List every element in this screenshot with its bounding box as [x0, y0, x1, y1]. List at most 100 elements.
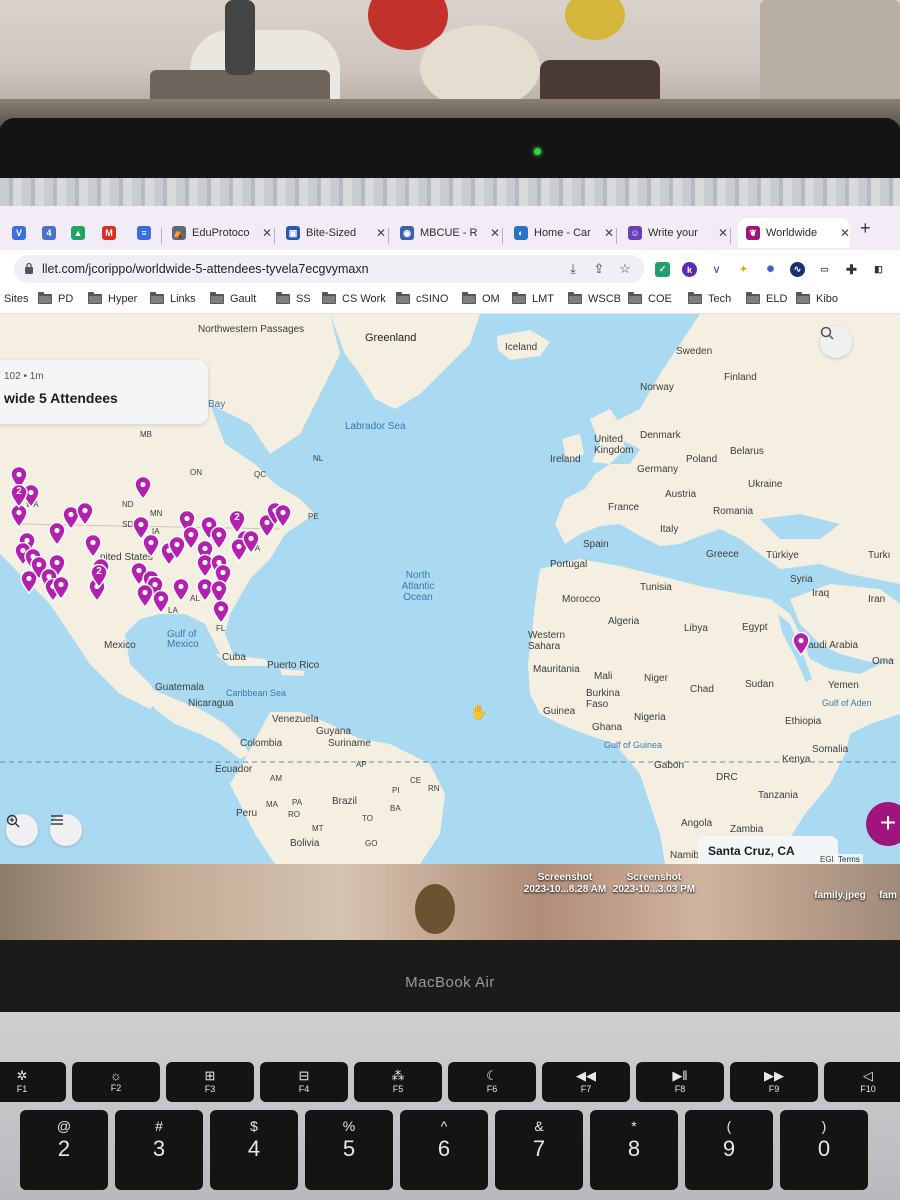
- bookmark-star-icon[interactable]: ☆: [618, 262, 632, 276]
- attendee-pin[interactable]: [142, 534, 160, 558]
- padlet-header-card[interactable]: 102 • 1m wide 5 Attendees: [0, 360, 208, 424]
- attendee-pin[interactable]: [212, 600, 230, 624]
- bookmark-12[interactable]: Tech: [688, 292, 731, 305]
- attendee-pin[interactable]: [274, 504, 292, 528]
- map-view[interactable]: Northwestern Passages Greenland Iceland …: [0, 314, 900, 864]
- attendee-pin[interactable]: [152, 590, 170, 614]
- extension-k-icon[interactable]: k: [682, 262, 697, 277]
- install-icon[interactable]: ⤓: [566, 262, 580, 276]
- tab-9[interactable]: ☺ Write your ✕: [624, 218, 728, 248]
- function-key-8[interactable]: ▶‖ F8: [636, 1062, 724, 1102]
- bookmark-14[interactable]: Kibo: [796, 292, 838, 305]
- folder-icon: [462, 292, 476, 304]
- tab-10[interactable]: ❦ Worldwide ✕: [738, 218, 850, 248]
- function-key-9[interactable]: ▶▶ F9: [730, 1062, 818, 1102]
- function-key-3[interactable]: ⊞ F3: [166, 1062, 254, 1102]
- tab-2[interactable]: ▲: [67, 218, 89, 248]
- extension-gear-icon[interactable]: ✺: [763, 262, 778, 277]
- extension-window-icon[interactable]: ▭: [817, 262, 832, 277]
- desktop-file-screenshot-1[interactable]: Screenshot 2023-10...8.28 AM: [515, 872, 615, 896]
- tab-close-icon[interactable]: ✕: [840, 226, 850, 240]
- tab-8[interactable]: ◐ Home - Car ✕: [510, 218, 614, 248]
- number-key-4[interactable]: $4: [210, 1110, 298, 1190]
- extension-party-icon[interactable]: ✦: [736, 262, 751, 277]
- function-key-6[interactable]: ☾ F6: [448, 1062, 536, 1102]
- attendee-pin[interactable]: [52, 576, 70, 600]
- tab-6[interactable]: ▣ Bite-Sized ✕: [282, 218, 386, 248]
- extension-grammar-icon[interactable]: ✓: [655, 262, 670, 277]
- label-mt: MT: [312, 824, 324, 833]
- bookmark-11[interactable]: COE: [628, 292, 672, 305]
- tab-1[interactable]: 4: [38, 218, 60, 248]
- attendee-pin[interactable]: [76, 502, 94, 526]
- tab-7[interactable]: ◉ MBCUE - R ✕: [396, 218, 500, 248]
- label-cuba: Cuba: [222, 652, 246, 663]
- tab-5[interactable]: ⛺ EduProtoco ✕: [168, 218, 272, 248]
- function-key-5[interactable]: ⁂ F5: [354, 1062, 442, 1102]
- attendee-pin[interactable]: [20, 570, 38, 594]
- cluster-pin[interactable]: 2: [90, 564, 108, 588]
- cluster-pin[interactable]: 2: [228, 510, 246, 534]
- bookmark-4[interactable]: Gault: [210, 292, 256, 305]
- label-labrador: Labrador Sea: [345, 421, 406, 432]
- attendee-pin[interactable]: [84, 534, 102, 558]
- desktop-file-fam[interactable]: fam: [876, 890, 900, 902]
- bookmark-8[interactable]: OM: [462, 292, 500, 305]
- extension-wave-icon[interactable]: ∿: [790, 262, 805, 277]
- number-key-6[interactable]: ^ 6: [400, 1110, 488, 1190]
- address-bar[interactable]: llet.com/jcorippo/worldwide-5-attendees-…: [14, 255, 644, 283]
- menu-button[interactable]: [50, 814, 82, 846]
- bookmark-10[interactable]: WSCB: [568, 292, 621, 305]
- tab-4[interactable]: ≡: [133, 218, 159, 248]
- tab-close-icon[interactable]: ✕: [718, 226, 728, 240]
- map-search-button[interactable]: [820, 326, 852, 358]
- tab-0[interactable]: V: [8, 218, 30, 248]
- number-key-8[interactable]: * 8: [590, 1110, 678, 1190]
- bookmark-6[interactable]: CS Work: [322, 292, 386, 305]
- tab-close-icon[interactable]: ✕: [604, 226, 614, 240]
- bookmark-3[interactable]: Links: [150, 292, 196, 305]
- label-romania: Romania: [713, 506, 754, 517]
- tab-close-icon[interactable]: ✕: [262, 226, 272, 240]
- bookmark-0[interactable]: Sites: [4, 293, 28, 305]
- bookmark-9[interactable]: LMT: [512, 292, 554, 305]
- function-key-2[interactable]: ☼ F2: [72, 1062, 160, 1102]
- number-key-2[interactable]: @2: [20, 1110, 108, 1190]
- extensions-puzzle-icon[interactable]: ✚: [844, 262, 859, 277]
- extension-v-icon[interactable]: V: [709, 262, 724, 277]
- new-tab-button[interactable]: +: [860, 218, 871, 239]
- attendee-pin[interactable]: [792, 632, 810, 656]
- bookmark-13[interactable]: ELD: [746, 292, 787, 305]
- bookmark-2[interactable]: Hyper: [88, 292, 137, 305]
- desktop-file-screenshot-2[interactable]: Screenshot 2023-10...3.03 PM: [604, 872, 704, 896]
- zoom-button[interactable]: [6, 814, 38, 846]
- terms-link[interactable]: Terms: [835, 854, 863, 864]
- bookmark-7[interactable]: cSINO: [396, 292, 448, 305]
- attendee-pin[interactable]: [172, 578, 190, 602]
- tab-close-icon[interactable]: ✕: [376, 226, 386, 240]
- location-chip[interactable]: Santa Cruz, CA: [698, 836, 838, 864]
- number-key-0[interactable]: ) 0: [780, 1110, 868, 1190]
- function-key-10[interactable]: ◁ F10: [824, 1062, 900, 1102]
- number-key-9[interactable]: (9: [685, 1110, 773, 1190]
- function-key-1[interactable]: ✲ F1: [0, 1062, 66, 1102]
- bookmark-5[interactable]: SS: [276, 292, 311, 305]
- function-key-4[interactable]: ⊟ F4: [260, 1062, 348, 1102]
- key-label: F7: [580, 1084, 592, 1094]
- label-mauritania: Mauritania: [533, 664, 580, 675]
- number-key-3[interactable]: #3: [115, 1110, 203, 1190]
- number-key-7[interactable]: & 7: [495, 1110, 583, 1190]
- cluster-pin[interactable]: 2: [10, 484, 28, 508]
- key-label: 9: [722, 1136, 736, 1161]
- sidepanel-icon[interactable]: ◧: [871, 262, 886, 277]
- attendee-pin[interactable]: [134, 476, 152, 500]
- desktop-file-family[interactable]: family.jpeg: [800, 890, 880, 902]
- label-fl: FL: [216, 624, 226, 633]
- function-key-7[interactable]: ◀◀ F7: [542, 1062, 630, 1102]
- bookmark-1[interactable]: PD: [38, 292, 73, 305]
- tab-close-icon[interactable]: ✕: [490, 226, 500, 240]
- share-icon[interactable]: ⇪: [592, 262, 606, 276]
- folder-icon: [150, 292, 164, 304]
- tab-3[interactable]: M: [98, 218, 124, 248]
- number-key-5[interactable]: % 5: [305, 1110, 393, 1190]
